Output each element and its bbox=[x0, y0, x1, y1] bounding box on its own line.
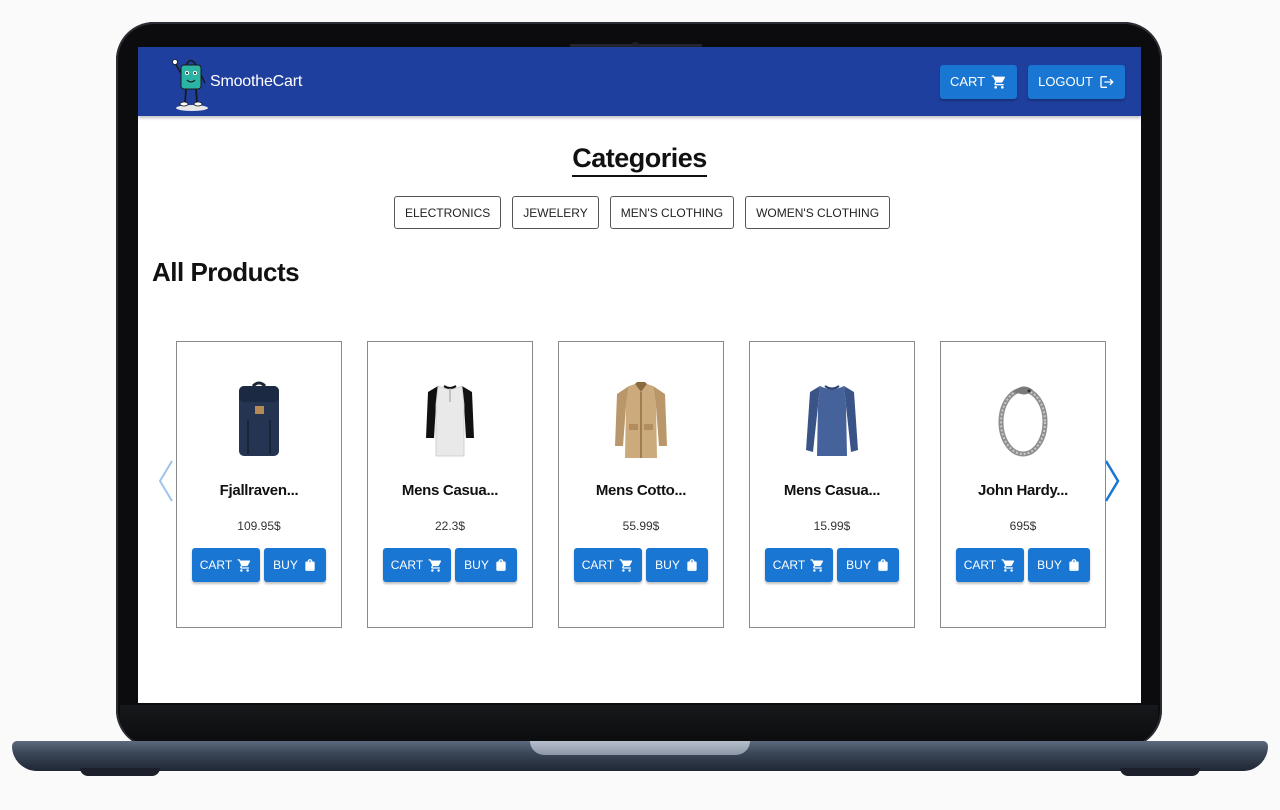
category-button-jewelery[interactable]: JEWELERY bbox=[512, 196, 599, 229]
shopping-bag-icon bbox=[687, 559, 697, 571]
product-card[interactable]: Mens Casua... 22.3$ CART BUY bbox=[367, 341, 533, 628]
buy-now-button[interactable]: BUY bbox=[264, 548, 326, 582]
shopping-cart-icon bbox=[619, 558, 633, 572]
nav-actions: CART LOGOUT bbox=[939, 64, 1125, 99]
logout-icon bbox=[1100, 75, 1114, 88]
product-name: Fjallraven... bbox=[219, 482, 299, 499]
product-image[interactable] bbox=[601, 378, 681, 462]
add-to-cart-label: CART bbox=[772, 558, 806, 572]
product-actions: CART BUY bbox=[574, 548, 708, 582]
product-card[interactable]: Mens Casua... 15.99$ CART BUY bbox=[749, 341, 915, 628]
add-to-cart-label: CART bbox=[963, 558, 997, 572]
product-name: Mens Casua... bbox=[783, 482, 881, 499]
shopping-bag-icon bbox=[1069, 559, 1079, 571]
product-list: Fjallraven... 109.95$ CART BUY Mens Casu… bbox=[176, 341, 1106, 628]
shopping-bag-icon bbox=[496, 559, 506, 571]
product-image[interactable] bbox=[410, 378, 490, 462]
product-price: 695$ bbox=[1009, 519, 1037, 533]
add-to-cart-button[interactable]: CART bbox=[192, 548, 260, 582]
buy-now-label: BUY bbox=[464, 558, 489, 572]
categories-title: Categories bbox=[572, 143, 707, 177]
raglan-shirt-icon bbox=[426, 385, 474, 457]
buy-now-button[interactable]: BUY bbox=[837, 548, 899, 582]
shopping-bag-mascot-icon bbox=[172, 58, 208, 111]
logout-button[interactable]: LOGOUT bbox=[1028, 64, 1125, 99]
buy-now-label: BUY bbox=[655, 558, 680, 572]
shopping-cart-icon bbox=[428, 558, 442, 572]
shopping-bag-icon bbox=[878, 559, 888, 571]
category-button-electronics[interactable]: ELECTRONICS bbox=[393, 196, 502, 229]
add-to-cart-button[interactable]: CART bbox=[765, 548, 833, 582]
product-card[interactable]: John Hardy... 695$ CART BUY bbox=[940, 341, 1106, 628]
buy-now-button[interactable]: BUY bbox=[1028, 548, 1090, 582]
buy-now-button[interactable]: BUY bbox=[455, 548, 517, 582]
product-name: Mens Cotto... bbox=[595, 482, 687, 499]
product-actions: CART BUY bbox=[765, 548, 899, 582]
product-image[interactable] bbox=[792, 378, 872, 462]
categories-heading: Categories bbox=[138, 143, 1141, 177]
add-to-cart-button[interactable]: CART bbox=[383, 548, 451, 582]
all-products-heading: All Products bbox=[152, 257, 300, 287]
product-actions: CART BUY bbox=[383, 548, 517, 582]
laptop-mockup: SmootheCart CART LOGOUT Categories ELECT… bbox=[0, 0, 1280, 810]
add-to-cart-label: CART bbox=[581, 558, 615, 572]
app-screen: SmootheCart CART LOGOUT Categories ELECT… bbox=[138, 47, 1141, 703]
product-price: 109.95$ bbox=[237, 519, 281, 533]
category-button-mens-clothing[interactable]: MEN'S CLOTHING bbox=[609, 196, 735, 229]
buy-now-label: BUY bbox=[1037, 558, 1062, 572]
buy-now-label: BUY bbox=[273, 558, 298, 572]
nav-cart-button[interactable]: CART bbox=[939, 64, 1018, 99]
category-button-womens-clothing[interactable]: WOMEN'S CLOTHING bbox=[745, 196, 891, 229]
product-image[interactable] bbox=[219, 378, 299, 462]
brand-name: SmootheCart bbox=[210, 72, 303, 90]
shopping-cart-icon bbox=[1001, 558, 1015, 572]
product-card[interactable]: Mens Cotto... 55.99$ CART BUY bbox=[558, 341, 724, 628]
product-image[interactable] bbox=[983, 378, 1063, 462]
add-to-cart-label: CART bbox=[199, 558, 233, 572]
product-price: 55.99$ bbox=[622, 519, 660, 533]
laptop-foot-right bbox=[1120, 768, 1200, 776]
add-to-cart-button[interactable]: CART bbox=[956, 548, 1024, 582]
product-name: John Hardy... bbox=[977, 482, 1068, 499]
backpack-icon bbox=[239, 381, 279, 456]
logout-label: LOGOUT bbox=[1038, 74, 1093, 89]
slim-fit-tee-icon bbox=[806, 385, 858, 456]
shopping-cart-icon bbox=[991, 74, 1006, 89]
laptop-base-notch bbox=[530, 741, 750, 755]
product-price: 22.3$ bbox=[434, 519, 466, 533]
dragon-bracelet-icon bbox=[998, 386, 1048, 457]
buy-now-label: BUY bbox=[846, 558, 871, 572]
laptop-chin bbox=[120, 705, 1158, 745]
category-filters: ELECTRONICS JEWELERY MEN'S CLOTHING WOME… bbox=[138, 196, 1141, 229]
laptop-foot-left bbox=[80, 768, 160, 776]
shopping-bag-icon bbox=[305, 559, 315, 571]
shopping-cart-icon bbox=[810, 558, 824, 572]
add-to-cart-button[interactable]: CART bbox=[574, 548, 642, 582]
brand-logo[interactable]: SmootheCart bbox=[172, 53, 302, 111]
shopping-cart-icon bbox=[237, 558, 251, 572]
buy-now-button[interactable]: BUY bbox=[646, 548, 708, 582]
product-card[interactable]: Fjallraven... 109.95$ CART BUY bbox=[176, 341, 342, 628]
product-name: Mens Casua... bbox=[401, 482, 499, 499]
add-to-cart-label: CART bbox=[390, 558, 424, 572]
product-actions: CART BUY bbox=[192, 548, 326, 582]
cotton-jacket-icon bbox=[615, 382, 667, 458]
carousel-prev-arrow-icon[interactable] bbox=[156, 459, 176, 503]
product-carousel: Fjallraven... 109.95$ CART BUY Mens Casu… bbox=[138, 341, 1141, 631]
app-bar: SmootheCart CART LOGOUT bbox=[138, 47, 1141, 116]
product-actions: CART BUY bbox=[956, 548, 1090, 582]
product-price: 15.99$ bbox=[813, 519, 851, 533]
nav-cart-label: CART bbox=[949, 74, 986, 89]
